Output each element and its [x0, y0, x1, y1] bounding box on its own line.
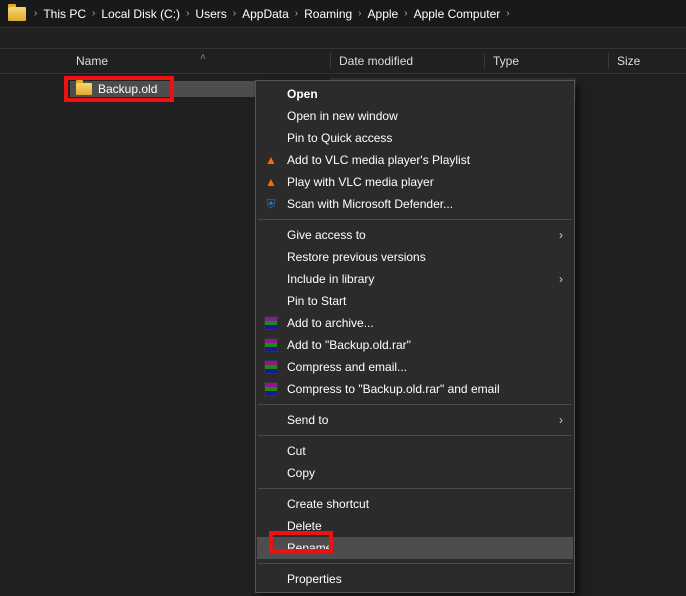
breadcrumb-seg[interactable]: Local Disk (C:)	[97, 0, 184, 27]
separator	[258, 563, 572, 564]
ctx-label: Compress and email...	[287, 360, 407, 374]
col-date[interactable]: Date modified	[339, 54, 484, 68]
breadcrumb-seg[interactable]: Apple	[364, 0, 403, 27]
ctx-compress-rar-email[interactable]: Compress to "Backup.old.rar" and email	[257, 378, 573, 400]
ctx-send-to[interactable]: Send to ›	[257, 409, 573, 431]
col-name-label: Name	[76, 54, 108, 68]
ctx-open[interactable]: Open	[257, 83, 573, 105]
chevron-right-icon[interactable]: ›	[504, 8, 511, 19]
ctx-pin-start[interactable]: Pin to Start	[257, 290, 573, 312]
annotation-highlight	[64, 76, 174, 102]
col-divider[interactable]	[608, 53, 609, 69]
ctx-label: Give access to	[287, 228, 366, 242]
folder-icon	[8, 7, 26, 21]
ctx-label: Send to	[287, 413, 328, 427]
rar-icon	[263, 337, 279, 353]
shield-icon: ⛨	[263, 196, 279, 212]
ctx-label: Compress to "Backup.old.rar" and email	[287, 382, 500, 396]
chevron-right-icon[interactable]: ›	[184, 8, 191, 19]
ctx-label: Add to VLC media player's Playlist	[287, 153, 470, 167]
context-menu: Open Open in new window Pin to Quick acc…	[255, 80, 575, 593]
col-divider[interactable]	[484, 53, 485, 69]
col-size[interactable]: Size	[617, 54, 686, 68]
ctx-label: Include in library	[287, 272, 374, 286]
separator	[258, 219, 572, 220]
col-divider[interactable]	[330, 53, 331, 69]
ctx-open-new-window[interactable]: Open in new window	[257, 105, 573, 127]
ctx-include-library[interactable]: Include in library ›	[257, 268, 573, 290]
separator	[258, 435, 572, 436]
ctx-vlc-add[interactable]: ▲ Add to VLC media player's Playlist	[257, 149, 573, 171]
ctx-add-archive[interactable]: Add to archive...	[257, 312, 573, 334]
rar-icon	[263, 359, 279, 375]
chevron-right-icon[interactable]: ›	[90, 8, 97, 19]
separator	[258, 404, 572, 405]
col-name[interactable]: Name ˄	[0, 54, 330, 68]
ctx-label: Play with VLC media player	[287, 175, 434, 189]
chevron-right-icon[interactable]: ›	[402, 8, 409, 19]
chevron-right-icon: ›	[559, 413, 563, 427]
chevron-right-icon: ›	[559, 272, 563, 286]
col-type[interactable]: Type	[493, 54, 608, 68]
ctx-add-rar[interactable]: Add to "Backup.old.rar"	[257, 334, 573, 356]
separator	[258, 488, 572, 489]
ctx-cut[interactable]: Cut	[257, 440, 573, 462]
chevron-right-icon: ›	[559, 228, 563, 242]
rar-icon	[263, 381, 279, 397]
breadcrumb-seg[interactable]: Roaming	[300, 0, 356, 27]
breadcrumb-seg[interactable]: Users	[191, 0, 230, 27]
chevron-right-icon[interactable]: ›	[293, 8, 300, 19]
ctx-label: Add to archive...	[287, 316, 374, 330]
breadcrumb-seg[interactable]: AppData	[238, 0, 293, 27]
ctx-restore[interactable]: Restore previous versions	[257, 246, 573, 268]
rar-icon	[263, 315, 279, 331]
breadcrumb[interactable]: › This PC › Local Disk (C:) › Users › Ap…	[0, 0, 686, 28]
ctx-label: Scan with Microsoft Defender...	[287, 197, 453, 211]
ctx-label: Open	[287, 87, 318, 101]
ctx-pin-quick-access[interactable]: Pin to Quick access	[257, 127, 573, 149]
chevron-right-icon[interactable]: ›	[231, 8, 238, 19]
ctx-defender[interactable]: ⛨ Scan with Microsoft Defender...	[257, 193, 573, 215]
ctx-label: Add to "Backup.old.rar"	[287, 338, 411, 352]
ctx-compress-email[interactable]: Compress and email...	[257, 356, 573, 378]
vlc-icon: ▲	[263, 174, 279, 190]
chevron-right-icon[interactable]: ›	[32, 8, 39, 19]
vlc-icon: ▲	[263, 152, 279, 168]
ctx-give-access[interactable]: Give access to ›	[257, 224, 573, 246]
ctx-vlc-play[interactable]: ▲ Play with VLC media player	[257, 171, 573, 193]
ctx-create-shortcut[interactable]: Create shortcut	[257, 493, 573, 515]
breadcrumb-seg[interactable]: This PC	[39, 0, 90, 27]
sort-asc-icon: ˄	[200, 52, 206, 63]
annotation-highlight	[269, 531, 333, 553]
chevron-right-icon[interactable]: ›	[356, 8, 363, 19]
ctx-copy[interactable]: Copy	[257, 462, 573, 484]
ctx-properties[interactable]: Properties	[257, 568, 573, 590]
column-headers: Name ˄ Date modified Type Size	[0, 48, 686, 74]
breadcrumb-seg[interactable]: Apple Computer	[410, 0, 505, 27]
